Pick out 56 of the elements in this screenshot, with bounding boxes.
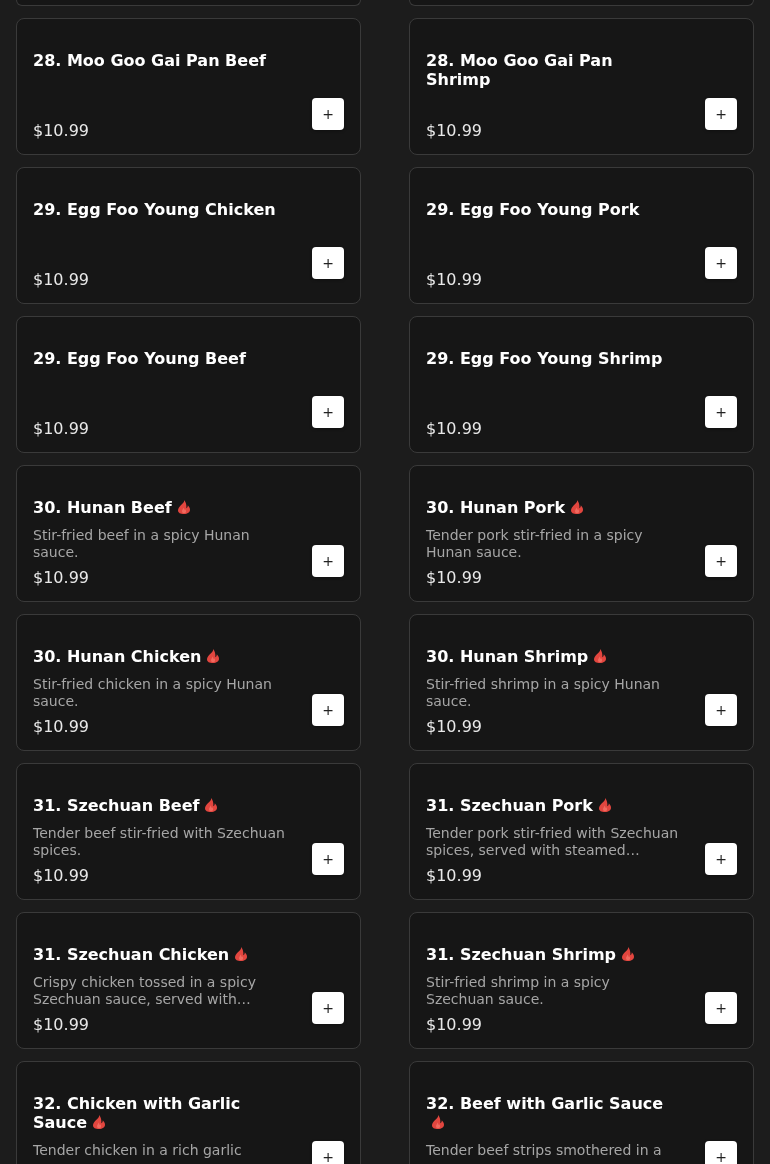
item-name: 32. Beef with Garlic Sauce bbox=[426, 1094, 664, 1113]
item-description: Tender beef stir-fried with Szechuan spices. bbox=[33, 825, 286, 859]
item-price: $10.99 bbox=[33, 865, 90, 885]
add-button[interactable]: + bbox=[705, 992, 737, 1024]
item-name: 30. Hunan Beef bbox=[33, 498, 172, 517]
item-price: $10.99 bbox=[426, 865, 483, 885]
item-price: $10.99 bbox=[33, 567, 90, 587]
item-name: 32. Chicken with Garlic Sauce bbox=[33, 1094, 241, 1132]
add-button[interactable]: + bbox=[312, 545, 344, 577]
add-button[interactable]: + bbox=[705, 247, 737, 279]
item-name: 29. Egg Foo Young Pork bbox=[426, 200, 640, 219]
item-description: Stir-fried shrimp in a spicy Szechuan sauce. bbox=[426, 974, 611, 1008]
item-name: 31. Szechuan Chicken bbox=[33, 945, 230, 964]
add-button[interactable]: + bbox=[312, 98, 344, 130]
item-name: 28. Moo Goo Gai Pan Beef bbox=[33, 51, 266, 70]
item-name: 31. Szechuan Shrimp bbox=[426, 945, 617, 964]
item-name: 31. Szechuan Pork bbox=[426, 796, 593, 815]
add-button[interactable]: + bbox=[705, 98, 737, 130]
item-description: Tender pork stir-fried with Szechuan spices, served with steamed… bbox=[426, 825, 679, 859]
item-price: $10.99 bbox=[426, 418, 483, 438]
item-name: 28. Moo Goo Gai Pan Shrimp bbox=[426, 51, 613, 89]
add-button[interactable]: + bbox=[312, 396, 344, 428]
item-name: 29. Egg Foo Young Shrimp bbox=[426, 349, 663, 368]
item-price: $10.99 bbox=[33, 120, 90, 140]
item-price: $10.99 bbox=[426, 120, 483, 140]
add-button[interactable]: + bbox=[312, 694, 344, 726]
item-price: $10.99 bbox=[33, 1014, 90, 1034]
item-price: $10.99 bbox=[33, 716, 90, 736]
add-button[interactable]: + bbox=[705, 545, 737, 577]
item-description: Tender beef strips smothered in a bbox=[426, 1142, 663, 1159]
item-price: $10.99 bbox=[33, 269, 90, 289]
item-price: $10.99 bbox=[426, 567, 483, 587]
item-price: $10.99 bbox=[33, 418, 90, 438]
item-name: 31. Szechuan Beef bbox=[33, 796, 200, 815]
item-price: $10.99 bbox=[426, 716, 483, 736]
add-button[interactable]: + bbox=[705, 1141, 737, 1164]
item-price: $10.99 bbox=[426, 1014, 483, 1034]
item-description: Stir-fried beef in a spicy Hunan sauce. bbox=[33, 527, 251, 561]
item-name: 30. Hunan Pork bbox=[426, 498, 566, 517]
item-name: 30. Hunan Shrimp bbox=[426, 647, 589, 666]
add-button[interactable]: + bbox=[705, 843, 737, 875]
item-description: Stir-fried chicken in a spicy Hunan sauce. bbox=[33, 676, 273, 710]
item-description: Crispy chicken tossed in a spicy Szechuan sauce, served with… bbox=[33, 974, 257, 1008]
item-name: 30. Hunan Chicken bbox=[33, 647, 202, 666]
item-name: 29. Egg Foo Young Chicken bbox=[33, 200, 276, 219]
item-name: 29. Egg Foo Young Beef bbox=[33, 349, 246, 368]
item-description: Tender chicken in a rich garlic bbox=[33, 1142, 243, 1159]
add-button[interactable]: + bbox=[312, 1141, 344, 1164]
add-button[interactable]: + bbox=[312, 992, 344, 1024]
item-description: Stir-fried shrimp in a spicy Hunan sauce. bbox=[426, 676, 661, 710]
add-button[interactable]: + bbox=[705, 396, 737, 428]
add-button[interactable]: + bbox=[312, 843, 344, 875]
add-button[interactable]: + bbox=[312, 247, 344, 279]
item-price: $10.99 bbox=[426, 269, 483, 289]
add-button[interactable]: + bbox=[705, 694, 737, 726]
item-description: Tender pork stir-fried in a spicy Hunan sauce. bbox=[426, 527, 644, 561]
